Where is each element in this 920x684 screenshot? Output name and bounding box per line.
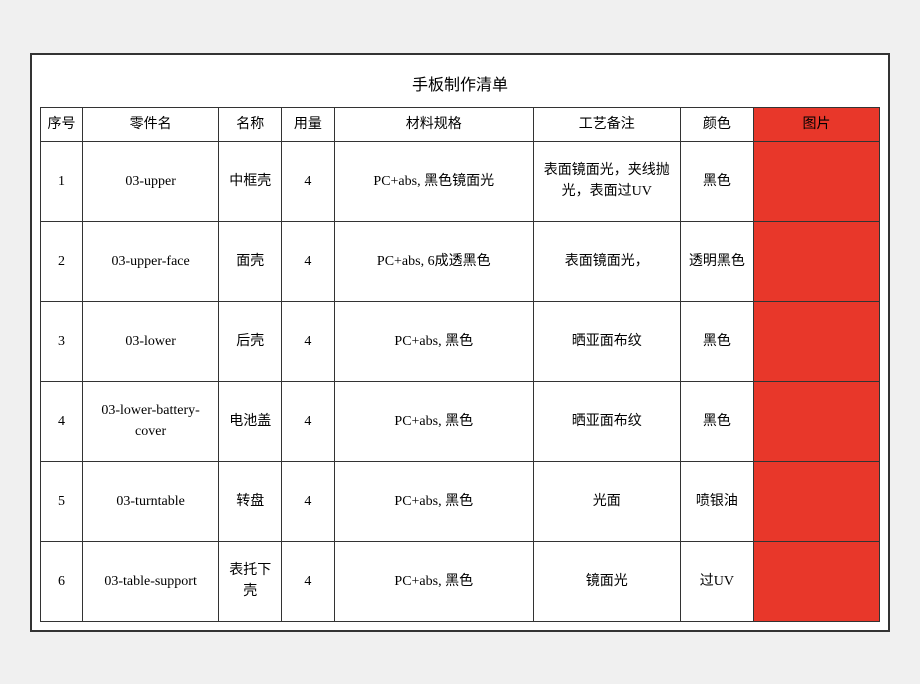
cell-qty: 4 xyxy=(282,461,334,541)
header-process: 工艺备注 xyxy=(533,107,680,141)
cell-process: 晒亚面布纹 xyxy=(533,301,680,381)
cell-spec: PC+abs, 黑色 xyxy=(334,541,533,621)
cell-color: 黑色 xyxy=(680,141,753,221)
cell-part-code: 03-turntable xyxy=(82,461,218,541)
cell-process: 表面镜面光，夹线抛光，表面过UV xyxy=(533,141,680,221)
cell-image xyxy=(754,461,880,541)
cell-name: 转盘 xyxy=(219,461,282,541)
cell-process: 镜面光 xyxy=(533,541,680,621)
cell-color: 黑色 xyxy=(680,381,753,461)
cell-qty: 4 xyxy=(282,141,334,221)
header-row: 序号 零件名 名称 用量 材料规格 工艺备注 颜色 图片 xyxy=(41,107,880,141)
cell-name: 表托下壳 xyxy=(219,541,282,621)
header-color: 颜色 xyxy=(680,107,753,141)
cell-spec: PC+abs, 6成透黑色 xyxy=(334,221,533,301)
cell-qty: 4 xyxy=(282,301,334,381)
parts-table: 序号 零件名 名称 用量 材料规格 工艺备注 颜色 图片 103-upper中框… xyxy=(40,107,880,622)
main-container: 手板制作清单 序号 零件名 名称 用量 材料规格 工艺备注 颜色 图片 xyxy=(30,53,890,632)
cell-seq: 3 xyxy=(41,301,83,381)
table-row: 503-turntable转盘4PC+abs, 黑色光面喷银油 xyxy=(41,461,880,541)
cell-qty: 4 xyxy=(282,541,334,621)
header-spec: 材料规格 xyxy=(334,107,533,141)
cell-process: 表面镜面光， xyxy=(533,221,680,301)
cell-spec: PC+abs, 黑色 xyxy=(334,461,533,541)
cell-spec: PC+abs, 黑色 xyxy=(334,301,533,381)
cell-seq: 2 xyxy=(41,221,83,301)
header-qty: 用量 xyxy=(282,107,334,141)
cell-color: 黑色 xyxy=(680,301,753,381)
cell-color: 透明黑色 xyxy=(680,221,753,301)
cell-process: 晒亚面布纹 xyxy=(533,381,680,461)
cell-qty: 4 xyxy=(282,221,334,301)
cell-part-code: 03-table-support xyxy=(82,541,218,621)
cell-image xyxy=(754,221,880,301)
cell-qty: 4 xyxy=(282,381,334,461)
cell-seq: 5 xyxy=(41,461,83,541)
cell-image xyxy=(754,541,880,621)
cell-spec: PC+abs, 黑色 xyxy=(334,381,533,461)
table-row: 403-lower-battery-cover电池盖4PC+abs, 黑色晒亚面… xyxy=(41,381,880,461)
cell-part-code: 03-upper-face xyxy=(82,221,218,301)
header-image: 图片 xyxy=(754,107,880,141)
cell-color: 过UV xyxy=(680,541,753,621)
cell-process: 光面 xyxy=(533,461,680,541)
cell-image xyxy=(754,141,880,221)
cell-name: 面壳 xyxy=(219,221,282,301)
table-title: 手板制作清单 xyxy=(40,63,880,107)
cell-seq: 4 xyxy=(41,381,83,461)
cell-seq: 6 xyxy=(41,541,83,621)
table-row: 103-upper中框壳4PC+abs, 黑色镜面光表面镜面光，夹线抛光，表面过… xyxy=(41,141,880,221)
cell-image xyxy=(754,301,880,381)
header-seq: 序号 xyxy=(41,107,83,141)
header-name: 名称 xyxy=(219,107,282,141)
cell-part-code: 03-lower-battery-cover xyxy=(82,381,218,461)
cell-spec: PC+abs, 黑色镜面光 xyxy=(334,141,533,221)
cell-name: 电池盖 xyxy=(219,381,282,461)
table-row: 303-lower后壳4PC+abs, 黑色晒亚面布纹黑色 xyxy=(41,301,880,381)
cell-part-code: 03-lower xyxy=(82,301,218,381)
cell-name: 后壳 xyxy=(219,301,282,381)
table-row: 203-upper-face面壳4PC+abs, 6成透黑色表面镜面光，透明黑色 xyxy=(41,221,880,301)
cell-name: 中框壳 xyxy=(219,141,282,221)
cell-image xyxy=(754,381,880,461)
cell-part-code: 03-upper xyxy=(82,141,218,221)
cell-seq: 1 xyxy=(41,141,83,221)
cell-color: 喷银油 xyxy=(680,461,753,541)
table-row: 603-table-support表托下壳4PC+abs, 黑色镜面光过UV xyxy=(41,541,880,621)
header-part-code: 零件名 xyxy=(82,107,218,141)
